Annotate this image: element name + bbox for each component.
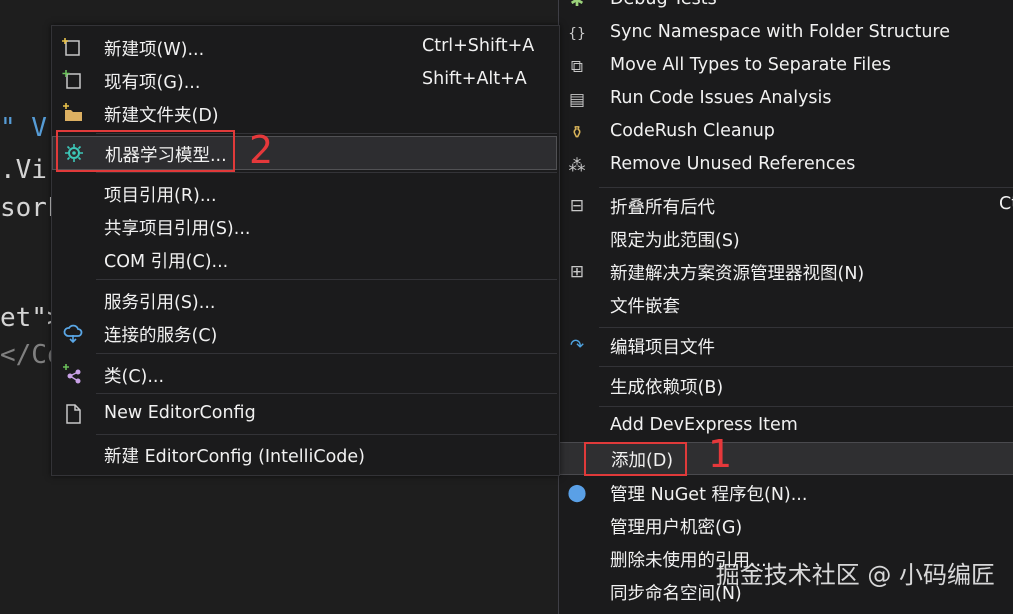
sync-namespace-icon: {} xyxy=(568,26,586,42)
menu-item-shortcut: Ct xyxy=(999,194,1013,214)
menu-separator xyxy=(599,187,1013,188)
annotation-number-step2: 2 xyxy=(249,128,274,172)
menu-item-label: 新建解决方案资源管理器视图(N) xyxy=(610,264,865,284)
menu-separator xyxy=(599,366,1013,367)
add-submenu: 新建项(W)... Ctrl+Shift+A 现有项(G)... Shift+A… xyxy=(51,25,560,476)
menu-separator xyxy=(96,172,557,173)
menu-item-label: Run Code Issues Analysis xyxy=(610,88,832,108)
menu-item-manage-nuget[interactable]: ⬤ 管理 NuGet 程序包(N)... xyxy=(559,477,1013,508)
menu-item-label: Remove Unused References xyxy=(610,154,856,174)
watermark: 掘金技术社区 @ 小码编匠 xyxy=(715,561,995,589)
menu-item-label: Move All Types to Separate Files xyxy=(610,55,891,75)
menu-item-label: 管理 NuGet 程序包(N)... xyxy=(610,485,808,505)
menu-separator xyxy=(96,434,557,435)
menu-item-run-analysis[interactable]: ▤ Run Code Issues Analysis xyxy=(559,84,1013,115)
menu-item-label: Add DevExpress Item xyxy=(610,415,798,435)
new-view-icon: ⊞ xyxy=(569,262,585,282)
menu-item-label: 折叠所有后代 xyxy=(610,198,715,218)
menu-item-label: 共享项目引用(S)... xyxy=(104,219,251,239)
connected-services-icon xyxy=(61,321,85,345)
remove-references-icon: ⁂ xyxy=(568,156,586,176)
menu-separator xyxy=(96,393,557,394)
menu-item-build-dependencies[interactable]: 生成依赖项(B) xyxy=(559,370,1013,401)
new-item-icon xyxy=(61,35,85,59)
menu-item-label: 新建文件夹(D) xyxy=(104,106,219,126)
project-context-menu: ✱ Debug Tests {} Sync Namespace with Fol… xyxy=(558,0,1013,614)
menu-item-label: Debug Tests xyxy=(610,0,717,9)
menu-item-shared-project-reference[interactable]: 共享项目引用(S)... xyxy=(52,210,559,242)
menu-item-new-item[interactable]: 新建项(W)... Ctrl+Shift+A xyxy=(52,31,559,63)
menu-item-project-reference[interactable]: 项目引用(R)... xyxy=(52,177,559,209)
menu-item-move-types[interactable]: ⧉ Move All Types to Separate Files xyxy=(559,51,1013,82)
menu-item-label: 文件嵌套 xyxy=(610,297,680,317)
menu-item-new-explorer-view[interactable]: ⊞ 新建解决方案资源管理器视图(N) xyxy=(559,256,1013,287)
menu-item-new-folder[interactable]: 新建文件夹(D) xyxy=(52,97,559,129)
menu-item-coderush-cleanup[interactable]: ⚱ CodeRush Cleanup xyxy=(559,117,1013,148)
menu-item-label: CodeRush Cleanup xyxy=(610,121,775,141)
menu-item-label: Sync Namespace with Folder Structure xyxy=(610,22,951,42)
menu-item-service-reference[interactable]: 服务引用(S)... xyxy=(52,284,559,316)
collapse-icon: ⊟ xyxy=(569,196,585,216)
menu-item-label: 类(C)... xyxy=(104,367,165,387)
menu-item-scope-to-this[interactable]: 限定为此范围(S) xyxy=(559,223,1013,254)
new-folder-icon xyxy=(61,101,85,125)
menu-item-connected-services[interactable]: 连接的服务(C) xyxy=(52,317,559,349)
menu-item-shortcut: Ctrl+Shift+A xyxy=(422,36,535,56)
annotation-box-step1 xyxy=(584,442,687,476)
menu-item-new-editorconfig-intellicode[interactable]: 新建 EditorConfig (IntelliCode) xyxy=(52,438,559,470)
menu-item-label: 限定为此范围(S) xyxy=(610,231,740,251)
existing-item-icon xyxy=(61,68,85,92)
file-icon xyxy=(61,402,85,426)
menu-item-existing-item[interactable]: 现有项(G)... Shift+Alt+A xyxy=(52,64,559,96)
edit-project-icon: ↷ xyxy=(569,336,585,356)
menu-separator xyxy=(599,327,1013,328)
menu-separator xyxy=(96,353,557,354)
menu-item-label: New EditorConfig xyxy=(104,403,256,423)
menu-item-label: COM 引用(C)... xyxy=(104,252,229,272)
menu-item-label: 新建项(W)... xyxy=(104,40,205,60)
menu-item-label: 生成依赖项(B) xyxy=(610,378,724,398)
menu-item-label: 项目引用(R)... xyxy=(104,186,217,206)
class-icon xyxy=(61,362,85,386)
menu-item-shortcut: Shift+Alt+A xyxy=(422,69,527,89)
menu-item-label: 编辑项目文件 xyxy=(610,338,715,358)
menu-item-new-editorconfig[interactable]: New EditorConfig xyxy=(52,398,559,430)
menu-item-label: 新建 EditorConfig (IntelliCode) xyxy=(104,447,365,467)
menu-item-label: 连接的服务(C) xyxy=(104,326,218,346)
menu-item-user-secrets[interactable]: 管理用户机密(G) xyxy=(559,510,1013,541)
code-analysis-icon: ▤ xyxy=(568,90,586,110)
menu-item-com-reference[interactable]: COM 引用(C)... xyxy=(52,243,559,275)
annotation-number-step1: 1 xyxy=(708,432,733,476)
menu-item-debug-tests[interactable]: ✱ Debug Tests xyxy=(559,0,1013,16)
menu-separator xyxy=(599,406,1013,407)
code-line: " V xyxy=(0,113,47,143)
annotation-box-step2 xyxy=(56,130,235,172)
menu-item-class[interactable]: 类(C)... xyxy=(52,358,559,390)
menu-item-sync-namespace[interactable]: {} Sync Namespace with Folder Structure xyxy=(559,18,1013,49)
move-types-icon: ⧉ xyxy=(570,57,584,77)
menu-item-add-devexpress[interactable]: Add DevExpress Item xyxy=(559,411,1013,442)
menu-item-label: 现有项(G)... xyxy=(104,73,201,93)
menu-item-edit-project-file[interactable]: ↷ 编辑项目文件 xyxy=(559,330,1013,361)
nuget-icon: ⬤ xyxy=(567,483,587,503)
debug-tests-icon: ✱ xyxy=(569,0,585,11)
menu-item-file-nesting[interactable]: 文件嵌套 xyxy=(559,289,1013,320)
menu-item-label: 管理用户机密(G) xyxy=(610,518,743,538)
menu-item-remove-unused-refs[interactable]: ⁂ Remove Unused References xyxy=(559,150,1013,181)
code-line: .Vi xyxy=(0,155,47,185)
menu-item-label: 服务引用(S)... xyxy=(104,293,216,313)
broom-icon: ⚱ xyxy=(569,123,585,143)
menu-separator xyxy=(96,279,557,280)
menu-item-collapse-all[interactable]: ⊟ 折叠所有后代 Ct xyxy=(559,190,1013,221)
